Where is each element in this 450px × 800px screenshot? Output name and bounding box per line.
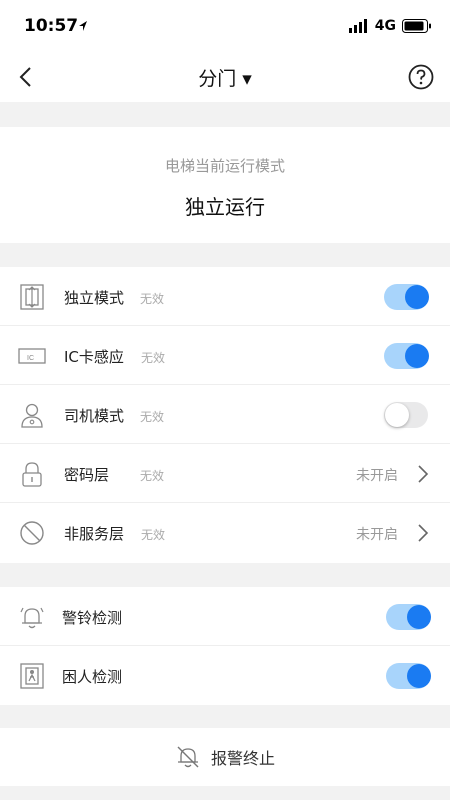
location-arrow-icon [79,21,87,31]
status-right: 4G [348,18,432,34]
battery-icon [402,19,431,33]
row-label: 独立模式 [64,289,125,307]
settings-group-1: 独立模式 无效 IC IC卡感应 无效 司机模式 无效 密码层 无效 未开启 非… [0,267,450,563]
row-status: 未开启 [356,527,398,543]
row-status: 未开启 [356,468,398,484]
row-label: 困人检测 [62,668,123,686]
row-label: 非服务层 [64,525,125,543]
trapped-person-icon [20,663,44,689]
row-sub: 无效 [140,469,165,483]
status-time: 10:57 [24,16,79,36]
row-label: 警铃检测 [62,609,123,627]
toggle-switch[interactable] [386,604,431,630]
alarm-bell-icon [20,607,44,629]
row-alarm-bell-check: 警铃检测 [0,587,450,646]
toggle-switch[interactable] [384,402,428,428]
row-label: IC卡感应 [64,348,124,366]
toggle-switch[interactable] [386,663,431,689]
svg-text:IC: IC [27,355,34,362]
nav-bar: 分门 ▾ [0,52,450,102]
alarm-off-icon [177,746,199,768]
network-label: 4G [374,18,396,34]
settings-group-2: 警铃检测 困人检测 [0,587,450,705]
row-sub: 无效 [141,528,166,542]
signal-icon [348,19,367,33]
chevron-right-icon [418,465,429,483]
ic-card-icon: IC [18,348,46,364]
toggle-switch[interactable] [384,343,429,369]
run-mode-value: 独立运行 [185,195,265,219]
alarm-stop-button[interactable]: 报警终止 [0,728,450,786]
row-trapped-person-check: 困人检测 [0,646,450,705]
help-icon[interactable] [408,64,434,90]
prohibited-icon [20,521,44,545]
row-password-floor[interactable]: 密码层 无效 未开启 [0,444,450,503]
elevator-arrows-icon [20,284,44,310]
row-driver-mode: 司机模式 无效 [0,385,450,444]
status-bar: 10:57 4G [0,0,450,52]
toggle-switch[interactable] [384,284,429,310]
nav-title-dropdown[interactable]: 分门 ▾ [0,64,450,91]
row-label: 密码层 [64,466,110,484]
run-mode-label: 电梯当前运行模式 [164,157,285,175]
row-label: 司机模式 [64,407,125,425]
row-ic-card: IC IC卡感应 无效 [0,326,450,385]
row-independent-mode: 独立模式 无效 [0,267,450,326]
alarm-stop-label: 报警终止 [210,749,275,768]
row-sub: 无效 [140,410,165,424]
driver-person-icon [21,403,43,428]
row-non-service-floor[interactable]: 非服务层 无效 未开启 [0,503,450,562]
lock-icon [22,462,42,487]
row-sub: 无效 [140,292,165,306]
chevron-right-icon [418,524,429,542]
run-mode-card: 电梯当前运行模式 独立运行 [0,127,450,243]
row-sub: 无效 [141,351,166,365]
